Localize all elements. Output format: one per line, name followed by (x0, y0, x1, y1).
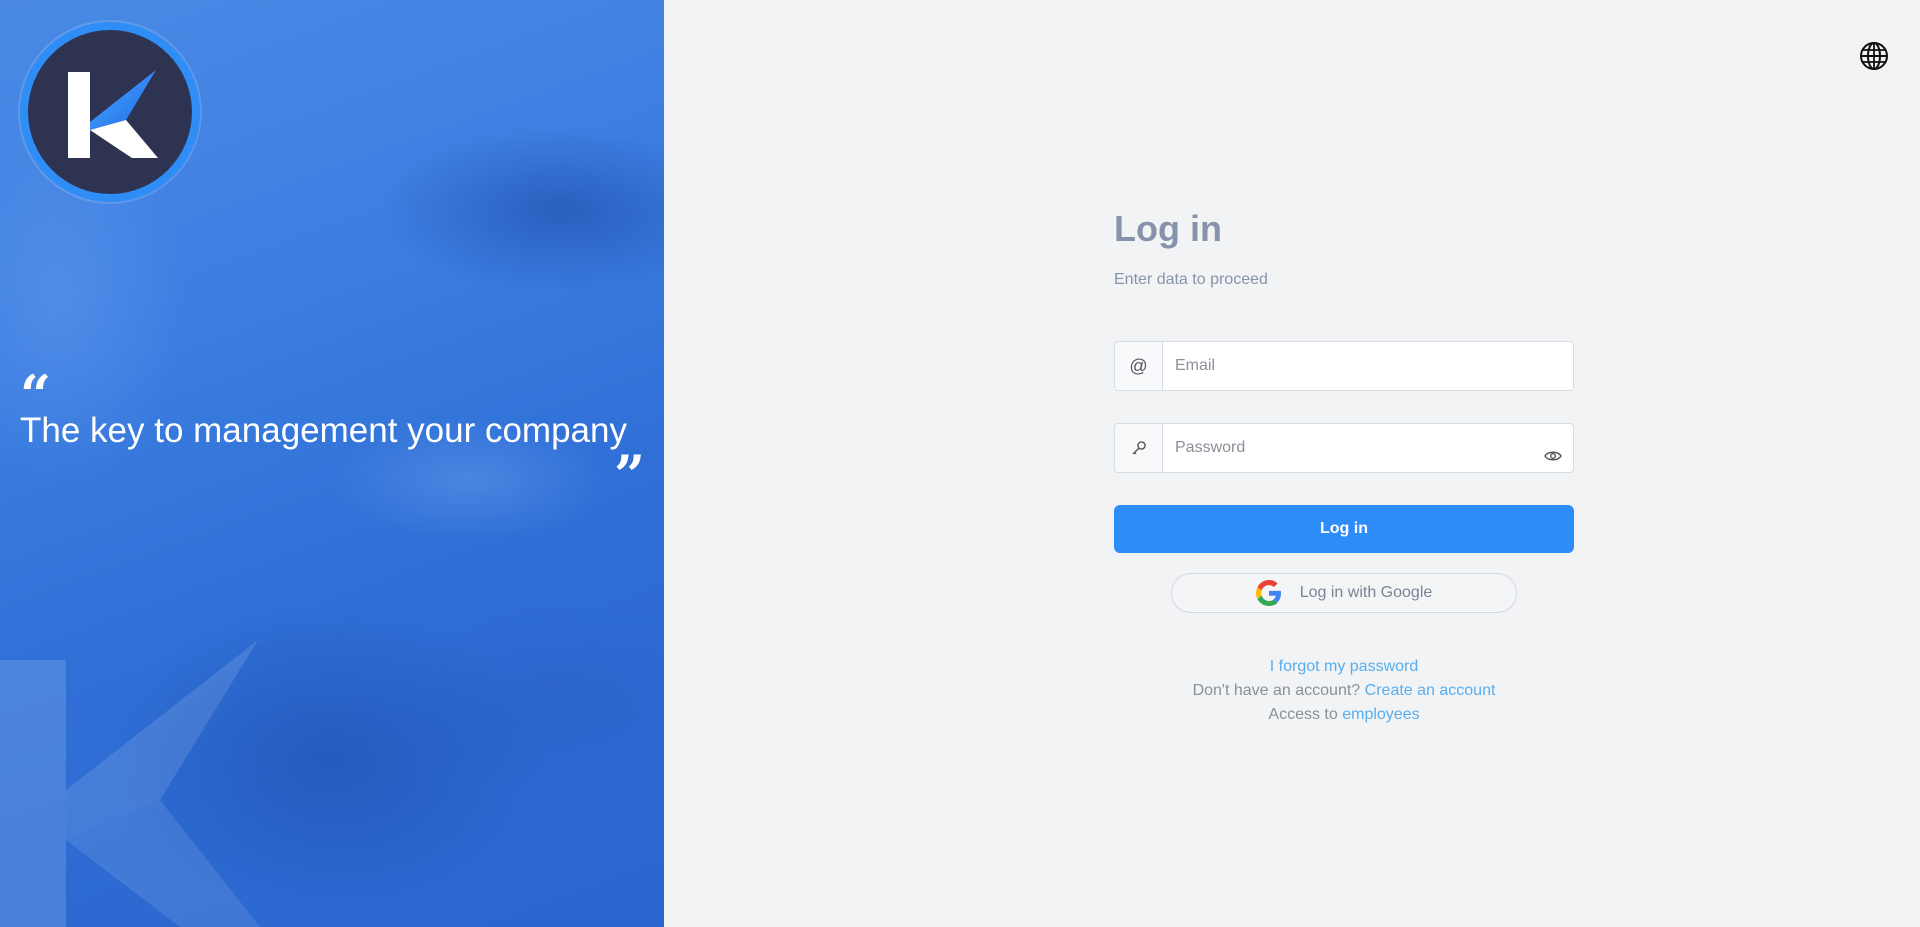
k-watermark (0, 640, 260, 927)
page-subtitle: Enter data to proceed (1114, 271, 1268, 288)
password-input[interactable] (1163, 424, 1533, 472)
hero-tagline: The key to management your company (20, 411, 627, 450)
k-logo-icon (68, 70, 158, 158)
eye-icon[interactable] (1533, 424, 1573, 472)
hero-quote: “ The key to management your company ” (20, 363, 645, 507)
google-login-button[interactable]: Log in with Google (1171, 573, 1517, 613)
email-field-group: @ (1114, 341, 1574, 391)
language-button[interactable] (1858, 40, 1890, 72)
access-to-text: Access to (1268, 706, 1338, 723)
no-account-text: Don't have an account? (1192, 682, 1361, 699)
auth-links: I forgot my password Don't have an accou… (1114, 655, 1574, 727)
google-icon (1255, 580, 1281, 606)
brand-logo (20, 22, 200, 202)
signup-row: Don't have an account? Create an account (1114, 679, 1574, 703)
forgot-password-row: I forgot my password (1114, 655, 1574, 679)
globe-icon (1860, 42, 1888, 70)
hero-panel: “ The key to management your company ” (0, 0, 664, 927)
at-icon: @ (1115, 342, 1163, 390)
close-quote-mark: ” (613, 443, 645, 507)
password-field-group (1114, 423, 1574, 473)
key-icon (1115, 424, 1163, 472)
create-account-link[interactable]: Create an account (1365, 682, 1496, 699)
employees-row: Access to employees (1114, 703, 1574, 727)
employees-link[interactable]: employees (1342, 706, 1419, 723)
login-form: Log in Enter data to proceed @ Log in (1114, 205, 1574, 723)
login-button[interactable]: Log in (1114, 505, 1574, 553)
open-quote-mark: “ (20, 363, 52, 427)
email-input[interactable] (1163, 342, 1573, 390)
forgot-password-link[interactable]: I forgot my password (1270, 658, 1419, 675)
page-title: Log in (1114, 208, 1222, 249)
google-login-label: Log in with Google (1299, 584, 1433, 601)
